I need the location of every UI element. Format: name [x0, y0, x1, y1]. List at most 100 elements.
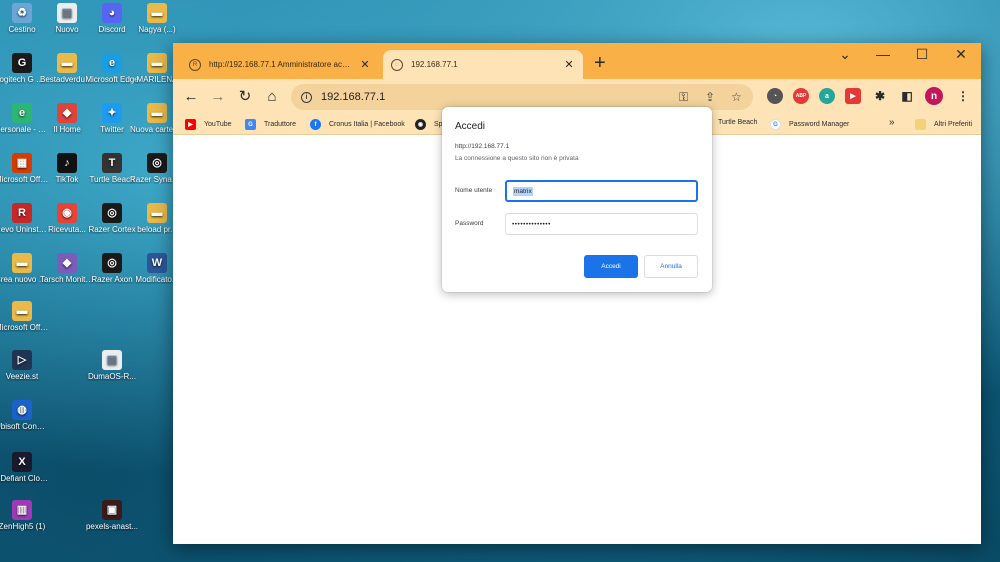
bookmark-other-folder[interactable]: Altri Preferiti	[915, 119, 972, 130]
bookmark-facebook[interactable]: f Cronus Italia | Facebook	[310, 119, 405, 130]
folder-icon: ▬	[147, 203, 167, 223]
file-icon: ▤	[102, 350, 122, 370]
tab-active[interactable]: ◌ 192.168.77.1 ✕	[383, 50, 583, 79]
google-icon: G	[770, 119, 781, 130]
bookmark-label: Turtle Beach	[718, 119, 758, 126]
office-icon: ▦	[12, 153, 32, 173]
login-button[interactable]: Accedi	[584, 255, 638, 278]
menu-kebab-icon[interactable]: ⋮	[955, 88, 971, 104]
logitech-icon: G	[12, 53, 32, 73]
password-label: Password	[455, 220, 484, 227]
folder-icon: ▬	[12, 253, 32, 273]
more-bookmarks-chevron-icon[interactable]: »	[889, 117, 895, 128]
close-button[interactable]: ✕	[951, 46, 971, 63]
desktop-shortcut-label: Ubisoft Connect	[0, 422, 49, 431]
speed-extension-icon[interactable]: ◔	[767, 88, 783, 104]
tab-close-icon[interactable]: ✕	[563, 58, 575, 71]
desktop-shortcut-label: pexels-anast...	[85, 522, 139, 531]
archive-icon: ▥	[12, 500, 32, 520]
back-button[interactable]: ←	[181, 87, 201, 107]
desktop-shortcut[interactable]: ▬ Microsoft Office 2021	[0, 301, 49, 332]
tab-router-admin[interactable]: R http://192.168.77.1 Amministratore acc…	[181, 50, 379, 79]
router-icon: R	[189, 58, 201, 71]
address-text: 192.168.77.1	[321, 91, 386, 103]
desktop-shortcut-label: Veezie.st	[5, 372, 39, 381]
tab-title: http://192.168.77.1 Amministratore acces…	[209, 60, 353, 69]
globe-icon: ◌	[391, 58, 403, 71]
razer-icon: ◎	[147, 153, 167, 173]
desktop-shortcut-label: XDefiant Closed Beta	[0, 474, 49, 483]
youtube-icon: ▶	[185, 119, 196, 130]
turtle-beach-icon: T	[102, 153, 122, 173]
extension-a-icon[interactable]: a	[819, 88, 835, 104]
cancel-button[interactable]: Annulla	[644, 255, 698, 278]
bookmark-label: Password Manager	[789, 121, 850, 128]
password-field[interactable]: ••••••••••••••	[505, 213, 698, 235]
facebook-icon: f	[310, 119, 321, 130]
app-icon: ◆	[57, 103, 77, 123]
dialog-host: http://192.168.77.1	[455, 143, 510, 150]
bookmark-label: Altri Preferiti	[934, 121, 973, 128]
desktop-shortcut[interactable]: X XDefiant Closed Beta	[0, 452, 49, 483]
new-tab-button[interactable]: +	[594, 53, 606, 73]
bookmark-star-icon[interactable]: ☆	[731, 90, 742, 104]
profile-avatar[interactable]: n	[925, 87, 943, 105]
home-button[interactable]: ⌂	[262, 87, 282, 107]
desktop-shortcut[interactable]: ▣ pexels-anast...	[85, 500, 139, 531]
desktop-shortcut[interactable]: ▤ DumaOS-R...	[85, 350, 139, 381]
bookmark-label: Cronus Italia | Facebook	[329, 121, 405, 128]
edge-icon: e	[12, 103, 32, 123]
key-icon[interactable]: ⚿	[679, 90, 688, 105]
share-icon[interactable]: ⇪	[705, 90, 715, 104]
minimize-button[interactable]: —	[873, 46, 893, 62]
bookmark-password-manager[interactable]: G Password Manager	[770, 119, 849, 130]
veezie-icon: ▷	[12, 350, 32, 370]
recycle-bin-icon: ♻	[12, 3, 32, 23]
bookmark-turtle-beach[interactable]: Turtle Beach	[718, 119, 757, 126]
desktop-shortcut-label: ZenHigh5 (1)	[0, 522, 46, 531]
tab-close-icon[interactable]: ✕	[359, 58, 371, 71]
folder-icon: ▬	[147, 103, 167, 123]
desktop-shortcut[interactable]: ◍ Ubisoft Connect	[0, 400, 49, 431]
twitter-icon: ✦	[102, 103, 122, 123]
app-icon: ◆	[57, 253, 77, 273]
desktop-shortcut[interactable]: ▷ Veezie.st	[0, 350, 49, 381]
password-value: ••••••••••••••	[512, 220, 551, 228]
username-value: matrix	[513, 186, 533, 196]
ubisoft-icon: ◍	[12, 400, 32, 420]
bookmark-label: YouTube	[204, 121, 232, 128]
info-icon[interactable]: i	[301, 91, 312, 103]
folder-icon: ▬	[12, 301, 32, 321]
tiktok-icon: ♪	[57, 153, 77, 173]
folder-icon: ▬	[147, 3, 167, 23]
folder-icon: ▬	[147, 53, 167, 73]
desktop-shortcut-label: DumaOS-R...	[87, 372, 136, 381]
desktop-shortcut-label: Microsoft Office 2021	[0, 323, 49, 332]
sidebar-icon[interactable]: ◧	[899, 88, 915, 104]
maximize-button[interactable]: ☐	[912, 46, 932, 63]
dialog-title: Accedi	[455, 121, 486, 132]
app-icon: ◉	[415, 119, 426, 130]
extension-red-icon[interactable]: ▶	[845, 88, 861, 104]
puzzle-extensions-icon[interactable]: ✱	[872, 88, 888, 104]
image-icon: ▣	[102, 500, 122, 520]
reload-button[interactable]: ↻	[235, 87, 255, 107]
desktop-shortcut-label: Nagya (...)	[138, 25, 176, 34]
username-label: Nome utente	[455, 187, 493, 194]
adblock-extension-icon[interactable]: ABP	[793, 88, 809, 104]
chrome-icon: ◉	[57, 203, 77, 223]
forward-button[interactable]: →	[208, 87, 228, 107]
username-field[interactable]: matrix	[505, 180, 698, 202]
bookmark-label: Traduttore	[264, 121, 297, 128]
bookmark-youtube[interactable]: ▶ YouTube	[185, 119, 232, 130]
tab-strip: R http://192.168.77.1 Amministratore acc…	[173, 43, 981, 79]
desktop-shortcut[interactable]: ▥ ZenHigh5 (1)	[0, 500, 49, 531]
bookmark-traduttore[interactable]: G Traduttore	[245, 119, 296, 130]
bookmark-sp[interactable]: ◉ Sp	[415, 119, 443, 130]
razer-icon: ◎	[102, 203, 122, 223]
tab-search-icon[interactable]: ⌄	[835, 46, 855, 63]
word-icon: W	[147, 253, 167, 273]
dialog-warning: La connessione a questo sito non è priva…	[455, 155, 579, 162]
folder-icon: ▬	[57, 53, 77, 73]
desktop-shortcut[interactable]: ▬ Nagya (...)	[130, 3, 184, 34]
